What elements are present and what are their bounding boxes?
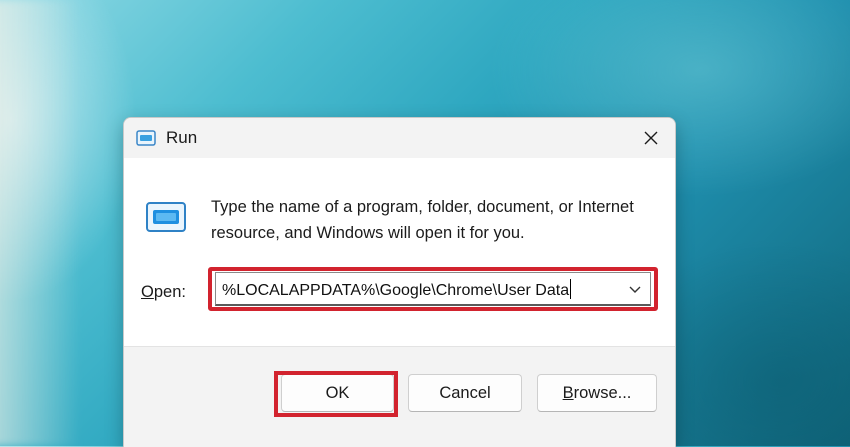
title-bar: Run bbox=[124, 118, 675, 158]
run-window-icon bbox=[136, 130, 156, 146]
open-label: Open: bbox=[141, 283, 186, 301]
close-icon bbox=[644, 131, 658, 145]
window-title: Run bbox=[166, 128, 198, 147]
button-bar: OK Cancel Browse... bbox=[124, 346, 675, 447]
close-button[interactable] bbox=[627, 118, 675, 158]
dialog-description: Type the name of a program, folder, docu… bbox=[211, 198, 634, 242]
input-highlight-box bbox=[208, 267, 658, 311]
cancel-button[interactable]: Cancel bbox=[408, 374, 522, 412]
browse-button[interactable]: Browse... bbox=[537, 374, 657, 412]
dialog-body: Type the name of a program, folder, docu… bbox=[124, 158, 675, 346]
run-dialog: Run Type the name of a program, folder, … bbox=[123, 117, 676, 447]
run-program-icon bbox=[146, 202, 186, 232]
ok-highlight-box bbox=[274, 371, 398, 417]
